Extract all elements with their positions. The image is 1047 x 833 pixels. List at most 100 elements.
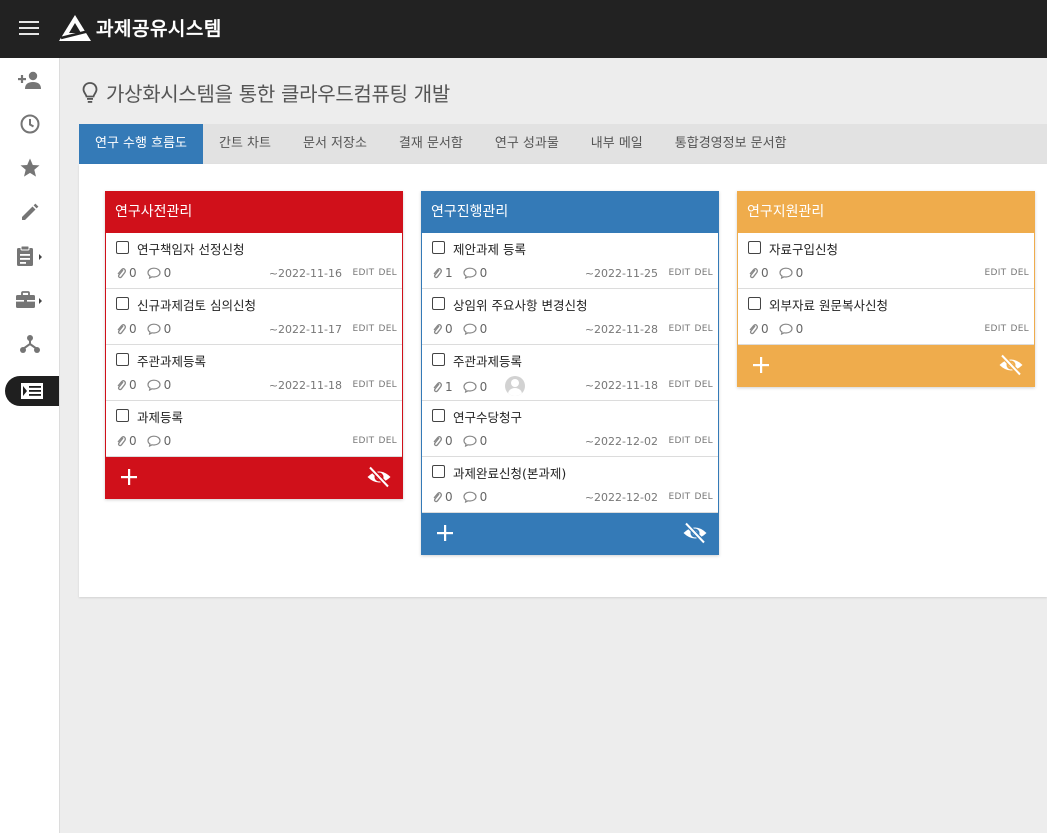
task-checkbox[interactable] (116, 353, 129, 366)
sidebar-item-tasks[interactable] (0, 241, 59, 271)
tab-approval-documents[interactable]: 결재 문서함 (383, 124, 479, 164)
task-checkbox[interactable] (116, 297, 129, 310)
task-title[interactable]: 과제완료신청(본과제) (453, 463, 566, 482)
sidebar-item-organization[interactable] (0, 329, 59, 359)
edit-button[interactable]: EDIT (985, 268, 1007, 278)
task-title[interactable]: 자료구입신청 (769, 239, 838, 258)
tab-gantt-chart[interactable]: 간트 차트 (203, 124, 287, 164)
clock-icon (20, 114, 39, 134)
task-card[interactable]: 신규과제검토 심의신청 0 0 ~2022-11-17 EDIT DEL (106, 289, 402, 345)
task-title[interactable]: 과제등록 (137, 407, 183, 426)
task-checkbox[interactable] (116, 409, 129, 422)
task-title[interactable]: 연구책임자 선정신청 (137, 239, 244, 258)
sidebar-item-workflow[interactable] (5, 376, 59, 406)
edit-button[interactable]: EDIT (669, 492, 691, 502)
task-meta: 00 (116, 322, 181, 336)
paperclip-icon (117, 380, 126, 391)
tab-research-flow[interactable]: 연구 수행 흐름도 (79, 124, 203, 164)
delete-button[interactable]: DEL (694, 324, 713, 334)
task-checkbox[interactable] (432, 465, 445, 478)
avatar (505, 376, 526, 396)
edit-button[interactable]: EDIT (353, 436, 375, 446)
task-checkbox[interactable] (748, 241, 761, 254)
delete-button[interactable]: DEL (694, 492, 713, 502)
delete-button[interactable]: DEL (378, 324, 397, 334)
task-card[interactable]: 주관과제등록 0 0 ~2022-11-18 EDIT DEL (106, 345, 402, 401)
task-checkbox[interactable] (116, 241, 129, 254)
tab-research-output[interactable]: 연구 성과물 (479, 124, 575, 164)
sidebar-item-history[interactable] (0, 109, 59, 139)
edit-button[interactable]: EDIT (353, 268, 375, 278)
task-card[interactable]: 과제등록 0 0 EDIT DEL (106, 401, 402, 457)
sidebar-item-edit[interactable] (0, 197, 59, 227)
edit-button[interactable]: EDIT (353, 324, 375, 334)
briefcase-icon (15, 291, 42, 308)
delete-button[interactable]: DEL (1010, 324, 1029, 334)
comment-icon (779, 267, 793, 279)
delete-button[interactable]: DEL (694, 436, 713, 446)
task-meta: 00 (116, 266, 181, 280)
task-card[interactable]: 제안과제 등록 1 0 ~2022-11-25 EDIT DEL (422, 233, 718, 289)
delete-button[interactable]: DEL (1010, 268, 1029, 278)
tab-document-storage[interactable]: 문서 저장소 (287, 124, 383, 164)
edit-button[interactable]: EDIT (985, 324, 1007, 334)
task-card[interactable]: 외부자료 원문복사신청 0 0 EDIT DEL (738, 289, 1034, 345)
card-actions: EDIT DEL (349, 436, 398, 446)
task-checkbox[interactable] (432, 353, 445, 366)
task-card[interactable]: 자료구입신청 0 0 EDIT DEL (738, 233, 1034, 289)
task-checkbox[interactable] (432, 241, 445, 254)
delete-button[interactable]: DEL (694, 268, 713, 278)
comment-count: 0 (479, 322, 488, 336)
delete-button[interactable]: DEL (378, 380, 397, 390)
edit-button[interactable]: EDIT (353, 380, 375, 390)
task-checkbox[interactable] (432, 409, 445, 422)
comment-count: 0 (163, 434, 172, 448)
attachment-count: 0 (129, 322, 137, 336)
sidebar-item-projects[interactable] (0, 285, 59, 315)
task-title[interactable]: 상임위 주요사항 변경신청 (453, 295, 587, 314)
tab-internal-mail[interactable]: 내부 메일 (575, 124, 659, 164)
app-title[interactable]: 과제공유시스템 (96, 14, 222, 41)
delete-button[interactable]: DEL (378, 268, 397, 278)
eye-off-icon[interactable] (682, 521, 708, 545)
task-card[interactable]: 연구수당청구 0 0 ~2022-12-02 EDIT DEL (422, 401, 718, 457)
add-card-button[interactable] (750, 354, 772, 376)
triangle-logo-icon (59, 15, 91, 41)
task-card[interactable]: 주관과제등록 1 0 ~2022-11-18 EDIT DEL (422, 345, 718, 401)
task-meta: 00 (116, 434, 181, 448)
add-card-button[interactable] (434, 522, 456, 544)
task-card[interactable]: 연구책임자 선정신청 0 0 ~2022-11-16 EDIT DEL (106, 233, 402, 289)
tab-integrated-management-docs[interactable]: 통합경영정보 문서함 (659, 124, 803, 164)
comment-icon (463, 491, 477, 503)
task-card[interactable]: 상임위 주요사항 변경신청 0 0 ~2022-11-28 EDIT DEL (422, 289, 718, 345)
add-card-button[interactable] (118, 466, 140, 488)
edit-button[interactable]: EDIT (669, 380, 691, 390)
due-date: ~2022-11-18 (268, 379, 342, 392)
list-icon (21, 383, 43, 399)
comment-icon (463, 267, 477, 279)
comment-count: 0 (479, 434, 488, 448)
delete-button[interactable]: DEL (378, 436, 397, 446)
task-checkbox[interactable] (432, 297, 445, 310)
task-title[interactable]: 주관과제등록 (453, 351, 522, 370)
card-actions: EDIT DEL (349, 268, 398, 278)
comment-icon (147, 323, 161, 335)
task-title[interactable]: 제안과제 등록 (453, 239, 526, 258)
task-card[interactable]: 과제완료신청(본과제) 0 0 ~2022-12-02 EDIT DEL (422, 457, 718, 513)
edit-button[interactable]: EDIT (669, 436, 691, 446)
comment-icon (147, 267, 161, 279)
hamburger-menu-icon[interactable] (19, 21, 39, 35)
sidebar-item-favorites[interactable] (0, 153, 59, 183)
comment-count: 0 (163, 266, 172, 280)
task-title[interactable]: 주관과제등록 (137, 351, 206, 370)
edit-button[interactable]: EDIT (669, 268, 691, 278)
edit-button[interactable]: EDIT (669, 324, 691, 334)
task-title[interactable]: 연구수당청구 (453, 407, 522, 426)
task-checkbox[interactable] (748, 297, 761, 310)
eye-off-icon[interactable] (366, 465, 392, 489)
delete-button[interactable]: DEL (694, 380, 713, 390)
task-title[interactable]: 외부자료 원문복사신청 (769, 295, 888, 314)
task-title[interactable]: 신규과제검토 심의신청 (137, 295, 256, 314)
eye-off-icon[interactable] (998, 353, 1024, 377)
sidebar-item-add-person[interactable] (0, 65, 59, 95)
